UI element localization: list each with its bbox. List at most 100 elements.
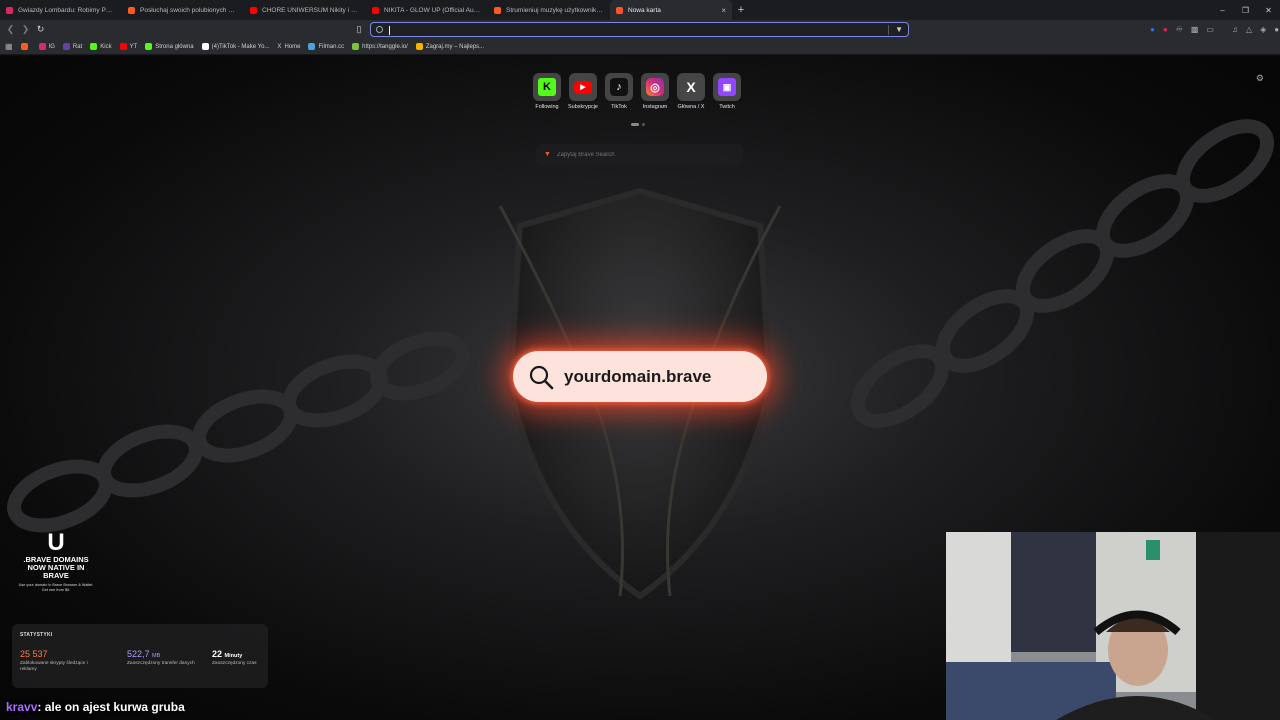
- tab-4[interactable]: NIKITA - GLOW UP (Official Audio) -: [366, 0, 488, 20]
- bookmark-item-x[interactable]: X Home: [277, 44, 300, 50]
- address-input[interactable]: [388, 26, 883, 33]
- promo-headline: .BRAVE DOMAINS NOW NATIVE IN BRAVE: [23, 555, 89, 580]
- stat-trackers-blocked: 25 537 Zablokowane skrypty śledzące i re…: [20, 649, 90, 673]
- brave-search-input[interactable]: [556, 151, 727, 158]
- zagraj-icon: [415, 43, 423, 50]
- bookmark-item-ig[interactable]: IG: [38, 43, 55, 50]
- bookmark-label: (4)TikTok - Make Yo...: [211, 43, 270, 50]
- gear-icon[interactable]: ⚙: [1256, 73, 1264, 84]
- top-site-subscriptions[interactable]: ▶ Subskrypcje: [568, 73, 598, 110]
- bookmark-label: Strona główna: [155, 43, 194, 50]
- stat-desc: Zaoszczędzony transfer danych: [127, 661, 195, 666]
- sponsored-promo[interactable]: U .BRAVE DOMAINS NOW NATIVE IN BRAVE Use…: [18, 530, 94, 592]
- forward-icon[interactable]: ❯: [18, 22, 33, 37]
- tab-close-icon[interactable]: ×: [721, 6, 726, 15]
- top-site-x[interactable]: X Główna / X: [676, 73, 706, 110]
- extension-icon[interactable]: ♾: [1176, 25, 1183, 34]
- bookmark-item-kick[interactable]: Kick: [90, 43, 112, 50]
- tab-6-active[interactable]: Nowa karta ×: [610, 0, 732, 20]
- page-dot-active[interactable]: [631, 123, 639, 126]
- tab-title: Posłuchaj swoich polubionych utwo...: [140, 6, 238, 14]
- tab-1[interactable]: Gwiazdy Lombardu: Robimy PRAWO...: [0, 0, 122, 20]
- stat-bandwidth-saved: 522,7 MB Zaoszczędzony transfer danych: [127, 649, 197, 667]
- top-site-label: Subskrypcje: [568, 104, 598, 110]
- kick-icon: K: [533, 73, 561, 101]
- bookmark-item-tanggle[interactable]: https://tanggle.io/: [352, 43, 408, 50]
- tab-favicon: [250, 6, 257, 14]
- bookmark-label: https://tanggle.io/: [362, 43, 408, 50]
- brave-shields-icon[interactable]: ▼: [895, 25, 903, 34]
- bookmark-item-filman[interactable]: Filman.cc: [308, 43, 344, 50]
- tiktok-icon: [201, 43, 209, 50]
- tab-2[interactable]: Posłuchaj swoich polubionych utwo...: [122, 0, 244, 20]
- extensions-area: ● ● ♾ ▩ ▭ ♫ △ ◈ ● ☰: [1150, 22, 1280, 37]
- apps-grid-icon[interactable]: ▦: [5, 42, 13, 51]
- instagram-icon: ◎: [641, 73, 669, 101]
- kick-icon: [145, 43, 153, 50]
- filman-icon: [308, 43, 316, 50]
- brave-search-box[interactable]: ▼: [536, 144, 743, 165]
- tiktok-icon: ♪: [605, 73, 633, 101]
- extension-icon[interactable]: ●: [1150, 25, 1155, 34]
- page-dot[interactable]: [642, 123, 645, 126]
- x-icon: X: [677, 73, 705, 101]
- stat-time-saved: 22 Minuty Zaoszczędzony czas: [212, 649, 257, 667]
- kick-icon: [90, 43, 98, 50]
- sidebar-icon[interactable]: ▭: [1206, 25, 1214, 34]
- stat-value: 22 Minuty: [212, 649, 243, 659]
- top-site-label: Twitch: [719, 104, 735, 110]
- restore-icon[interactable]: ❐: [1234, 0, 1257, 20]
- bookmark-page-icon[interactable]: ▯: [352, 22, 366, 36]
- search-icon: [529, 365, 554, 389]
- bookmark-label: Rat: [72, 43, 83, 50]
- extension-icon[interactable]: ●: [1163, 25, 1168, 34]
- vpn-icon[interactable]: ◈: [1260, 25, 1266, 34]
- bookmark-label: Filman.cc: [318, 43, 345, 50]
- address-bar[interactable]: ▼: [370, 22, 909, 37]
- reload-icon[interactable]: ↻: [33, 22, 48, 37]
- tanggle-icon: [352, 43, 360, 50]
- bookmark-label: Home: [284, 43, 301, 50]
- puzzle-icon[interactable]: ▩: [1191, 25, 1199, 34]
- bookmark-item-zagraj[interactable]: Zagraj.my – Najleps...: [415, 43, 485, 50]
- twitch-icon: [62, 43, 70, 50]
- text-caret: [389, 26, 390, 35]
- divider: [888, 24, 890, 35]
- close-window-icon[interactable]: ✕: [1257, 0, 1280, 20]
- x-icon: X: [277, 43, 282, 50]
- top-site-twitch[interactable]: ▣ Twitch: [712, 73, 742, 110]
- profile-icon[interactable]: ●: [1274, 25, 1279, 34]
- tab-favicon: [494, 6, 501, 14]
- bookmark-item-yt[interactable]: YT: [119, 43, 137, 50]
- chat-text: : ale on ajest kurwa gruba: [37, 700, 185, 714]
- music-icon[interactable]: ♫: [1232, 25, 1238, 34]
- minimize-icon[interactable]: –: [1211, 0, 1234, 20]
- brave-domains-search-graphic: yourdomain.brave: [513, 351, 767, 402]
- top-site-label: TikTok: [611, 104, 627, 110]
- wallet-icon[interactable]: △: [1246, 25, 1252, 34]
- top-site-following[interactable]: K Following: [532, 73, 562, 110]
- bookmark-item-tiktok[interactable]: (4)TikTok - Make Yo...: [201, 43, 270, 50]
- bookmarks-bar: ▦ IG Rat Kick YT Strona główna (4)TikTok…: [0, 39, 1280, 55]
- tab-3[interactable]: CHORE UNIWERSUM Nikity i Camer...: [244, 0, 366, 20]
- bookmark-label: Zagraj.my – Najleps...: [425, 43, 485, 50]
- bookmark-label: IG: [48, 43, 55, 50]
- top-sites: K Following ▶ Subskrypcje ♪ TikTok ◎ Ins…: [532, 73, 742, 110]
- bookmark-item-rat[interactable]: Rat: [62, 43, 83, 50]
- back-icon[interactable]: ❮: [3, 22, 18, 37]
- bookmark-item-home-kick[interactable]: Strona główna: [145, 43, 194, 50]
- top-site-instagram[interactable]: ◎ Instagram: [640, 73, 670, 110]
- bookmark-item[interactable]: [20, 43, 31, 50]
- new-tab-button[interactable]: +: [732, 0, 750, 20]
- top-sites-pagination[interactable]: [631, 123, 645, 126]
- youtube-icon: ▶: [569, 73, 597, 101]
- tab-title: Gwiazdy Lombardu: Robimy PRAWO...: [18, 6, 116, 14]
- tab-title: Strumieniuj muzykę użytkownika ku...: [506, 6, 604, 14]
- top-site-tiktok[interactable]: ♪ TikTok: [604, 73, 634, 110]
- new-tab-page: K Following ▶ Subskrypcje ♪ TikTok ◎ Ins…: [0, 56, 1280, 720]
- tab-strip: Gwiazdy Lombardu: Robimy PRAWO... Posłuc…: [0, 0, 1280, 20]
- webcam-overlay: [946, 532, 1280, 720]
- domain-text: yourdomain.brave: [564, 366, 712, 386]
- stats-widget: STATYSTYKI 25 537 Zablokowane skrypty śl…: [12, 624, 268, 688]
- tab-5[interactable]: Strumieniuj muzykę użytkownika ku...: [488, 0, 610, 20]
